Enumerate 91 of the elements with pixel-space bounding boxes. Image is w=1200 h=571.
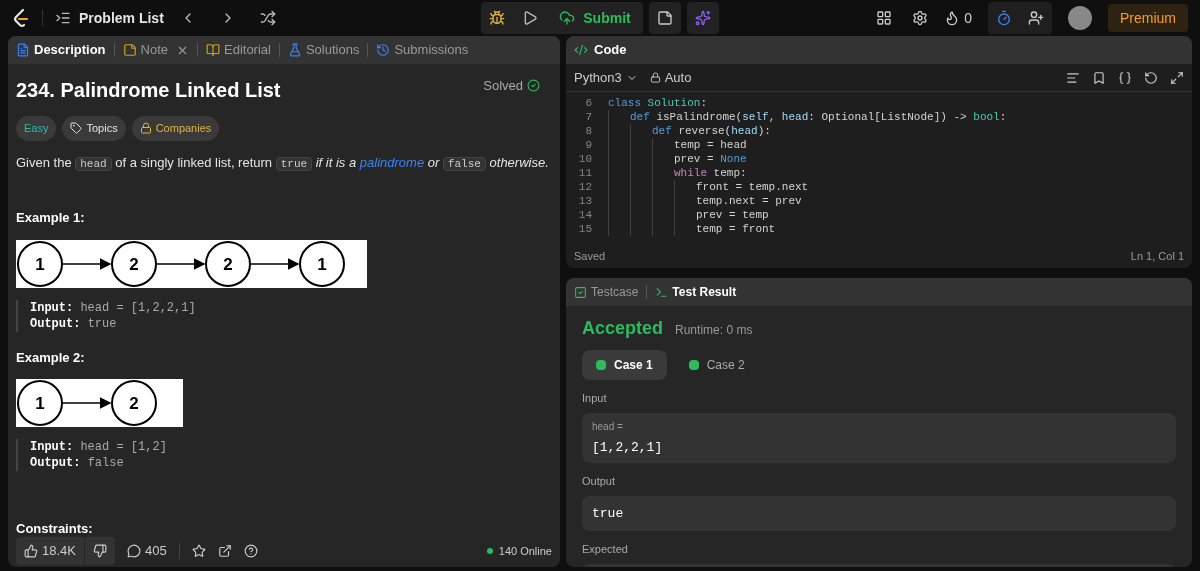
line-number: 14: [577, 208, 593, 222]
tag-icon: [70, 122, 83, 135]
reset-icon[interactable]: [1144, 70, 1158, 85]
share-icon[interactable]: [217, 544, 232, 558]
note-icon[interactable]: [648, 2, 681, 34]
language-select[interactable]: Python3: [574, 67, 638, 88]
code-line: prev = None: [674, 152, 747, 166]
line-number: 11: [577, 166, 593, 180]
star-icon[interactable]: [191, 544, 206, 558]
input-value: [1,2,2,1]: [592, 438, 664, 457]
case-tab[interactable]: Case 2: [674, 350, 759, 380]
problem-list-link[interactable]: Problem List: [79, 8, 164, 28]
example-heading: Example 2:: [16, 348, 86, 367]
flask-icon: [287, 43, 302, 57]
book-icon: [206, 43, 220, 57]
code-line: def isPalindrome(self, head: Optional[ListNode]) -> bool:: [630, 110, 1007, 124]
section-label: Expected: [582, 542, 629, 557]
avatar[interactable]: [1068, 6, 1092, 30]
runtime: Runtime: 0 ms: [675, 322, 753, 339]
note-icon: [122, 43, 137, 57]
panel-tab[interactable]: Description: [16, 40, 106, 60]
code-icon: [574, 43, 588, 57]
code-line: temp = head: [674, 138, 747, 152]
panel-tab[interactable]: Submissions: [376, 40, 469, 60]
verdict: Accepted: [582, 317, 664, 340]
line-number: 7: [584, 110, 593, 124]
code-line: temp = front: [696, 222, 776, 236]
panel-tab[interactable]: Testcase: [574, 283, 639, 301]
code-line: temp.next = prev: [696, 194, 802, 208]
line-number: 8: [584, 124, 593, 138]
bookmark-icon[interactable]: [1092, 70, 1106, 85]
output-box: true: [582, 495, 1176, 531]
logo-icon[interactable]: [12, 8, 30, 28]
section-label: Output: [582, 474, 617, 489]
document-icon: [16, 43, 30, 57]
input-example-text: Input: head = [1,2,2,1]: [30, 299, 197, 316]
code-line: def reverse(head):: [652, 124, 771, 138]
sparkle-icon[interactable]: [686, 2, 719, 34]
tag-chip[interactable]: Topics: [62, 116, 126, 141]
palindrome-link[interactable]: palindrome: [359, 154, 425, 170]
linked-list-diagram: 1 2 2 1: [16, 239, 367, 288]
code-line: while temp:: [674, 166, 747, 180]
constraints-heading: Constraints:: [16, 520, 94, 535]
comments-button[interactable]: 405: [127, 541, 167, 561]
check-icon: [527, 79, 540, 93]
online-count: 140 Online: [486, 542, 552, 560]
code-line: prev = temp: [696, 208, 769, 222]
line-number: 10: [577, 152, 593, 166]
help-icon[interactable]: [243, 544, 258, 558]
terminal-icon: [655, 285, 669, 299]
line-number: 9: [584, 138, 593, 152]
auto-mode[interactable]: Auto: [649, 67, 692, 88]
history-icon: [376, 43, 391, 57]
line-number: 6: [584, 96, 593, 110]
linked-list-diagram: 1 2: [16, 379, 183, 427]
section-label: Input: [582, 391, 608, 406]
tag-chip[interactable]: Companies: [131, 116, 220, 141]
solved-status: Solved: [483, 76, 540, 96]
panel-tab[interactable]: Note: [122, 40, 189, 60]
cloud-upload-icon: [559, 10, 576, 26]
panel-title: Code: [594, 41, 627, 60]
output-example-text: Output: true: [30, 315, 118, 332]
checkbox-icon: [574, 285, 587, 299]
comment-icon: [127, 544, 141, 558]
panel-tab[interactable]: Test Result: [655, 283, 737, 301]
tag-chip[interactable]: Easy: [16, 116, 57, 141]
line-number: 15: [577, 222, 593, 236]
thumbs-up-icon: [24, 544, 38, 558]
variable-name: head =: [592, 419, 624, 434]
problem-statement: Given the head of a singly linked list, return true if it is a palindrome or false otherwise.: [16, 153, 550, 172]
cursor-position: Ln 1, Col 1: [1130, 248, 1184, 264]
code-line: class Solution:: [608, 96, 708, 110]
output-example-text: Output: false: [30, 455, 125, 471]
panel-tab[interactable]: Editorial: [206, 40, 271, 60]
lock-icon: [139, 122, 152, 135]
save-status: Saved: [574, 248, 606, 264]
line-number: 12: [577, 180, 593, 194]
problem-title: 234. Palindrome Linked List: [16, 78, 281, 103]
line-number: 13: [577, 194, 593, 208]
list-icon[interactable]: [55, 10, 71, 26]
format-icon[interactable]: [1066, 70, 1080, 85]
lock-icon: [649, 72, 661, 83]
expand-icon[interactable]: [1170, 70, 1184, 85]
premium-button[interactable]: Premium: [1108, 4, 1188, 32]
code-line: front = temp.next: [696, 180, 809, 194]
streak-counter[interactable]: 0: [940, 8, 976, 28]
case-tab[interactable]: Case 1: [582, 350, 667, 380]
example-heading: Example 1:: [16, 209, 86, 227]
braces-icon[interactable]: [1118, 70, 1132, 85]
panel-tab[interactable]: Solutions: [287, 40, 360, 60]
input-example-text: Input: head = [1,2]: [30, 439, 168, 455]
